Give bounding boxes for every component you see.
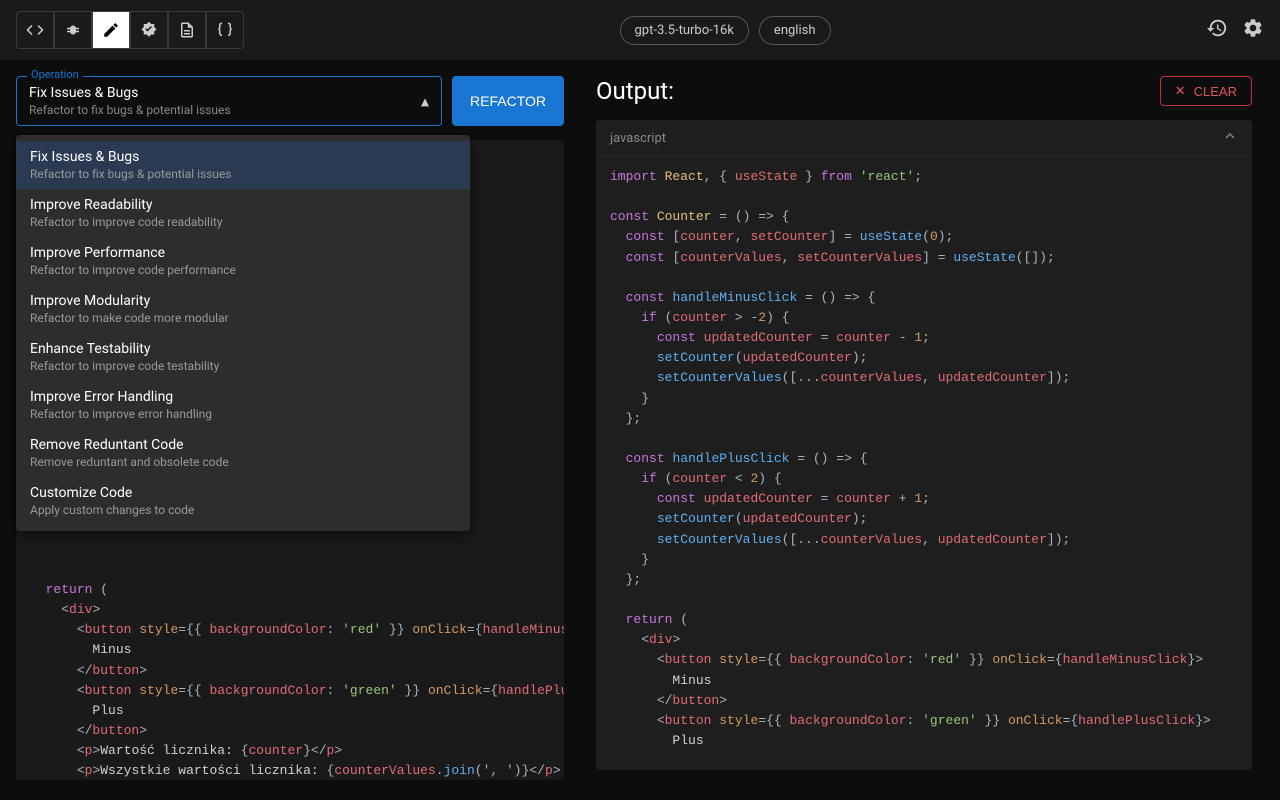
dropdown-item-sub: Refactor to improve code readability: [30, 215, 456, 229]
operation-dropdown: Fix Issues & Bugs Refactor to fix bugs & …: [16, 135, 470, 531]
dropdown-item[interactable]: Improve Readability Refactor to improve c…: [16, 189, 470, 237]
clear-button[interactable]: ✕ CLEAR: [1160, 76, 1252, 106]
braces-icon[interactable]: [206, 11, 244, 49]
dropdown-item[interactable]: Improve Performance Refactor to improve c…: [16, 237, 470, 285]
dropdown-item[interactable]: Improve Modularity Refactor to make code …: [16, 285, 470, 333]
dropdown-item[interactable]: Fix Issues & Bugs Refactor to fix bugs & …: [16, 141, 470, 189]
dropdown-item-sub: Apply custom changes to code: [30, 503, 456, 517]
dropdown-item-title: Remove Reduntant Code: [30, 437, 456, 453]
operation-row: Operation Fix Issues & Bugs Refactor to …: [16, 76, 564, 126]
topbar: gpt-3.5-turbo-16k english: [0, 0, 1280, 60]
input-code: return ( <div> <button style={{ backgrou…: [16, 570, 564, 780]
dropdown-item-title: Enhance Testability: [30, 341, 456, 357]
dropdown-item-sub: Refactor to fix bugs & potential issues: [30, 167, 456, 181]
dropdown-item-sub: Refactor to improve code testability: [30, 359, 456, 373]
dropdown-item[interactable]: Improve Error Handling Refactor to improv…: [16, 381, 470, 429]
verified-icon[interactable]: [130, 11, 168, 49]
dropdown-item-title: Improve Readability: [30, 197, 456, 213]
close-icon: ✕: [1175, 83, 1186, 99]
edit-icon[interactable]: [92, 11, 130, 49]
model-pill[interactable]: gpt-3.5-turbo-16k: [620, 16, 749, 45]
dropdown-item[interactable]: Enhance Testability Refactor to improve c…: [16, 333, 470, 381]
dropdown-item-title: Improve Performance: [30, 245, 456, 261]
output-title: Output:: [596, 77, 674, 105]
dropdown-item-title: Fix Issues & Bugs: [30, 149, 456, 165]
dropdown-item-title: Customize Code: [30, 485, 456, 501]
code-icon[interactable]: [16, 11, 54, 49]
dropdown-item-title: Improve Error Handling: [30, 389, 456, 405]
bug-icon[interactable]: [54, 11, 92, 49]
chevron-up-icon[interactable]: [1222, 128, 1238, 148]
operation-selected-sub: Refactor to fix bugs & potential issues: [29, 103, 429, 117]
dropdown-item-title: Improve Modularity: [30, 293, 456, 309]
output-code: import React, { useState } from 'react';…: [596, 157, 1252, 761]
left-panel: Operation Fix Issues & Bugs Refactor to …: [0, 60, 580, 800]
toolbar-icons: [16, 11, 244, 49]
chevron-up-icon: ▴: [421, 92, 429, 111]
dropdown-item[interactable]: Customize Code Apply custom changes to co…: [16, 477, 470, 525]
dropdown-item-sub: Refactor to improve error handling: [30, 407, 456, 421]
history-icon[interactable]: [1206, 17, 1228, 43]
language-pill[interactable]: english: [759, 16, 831, 45]
output-lang: javascript: [610, 131, 666, 146]
operation-label: Operation: [27, 68, 83, 81]
dropdown-item-sub: Remove reduntant and obsolete code: [30, 455, 456, 469]
settings-icon[interactable]: [1242, 17, 1264, 43]
output-code-header[interactable]: javascript: [596, 120, 1252, 157]
operation-selected-title: Fix Issues & Bugs: [29, 85, 429, 101]
output-code-block: javascript import React, { useState } fr…: [596, 120, 1252, 770]
output-header: Output: ✕ CLEAR: [596, 76, 1252, 106]
topbar-center: gpt-3.5-turbo-16k english: [620, 16, 831, 45]
dropdown-item-sub: Refactor to improve code performance: [30, 263, 456, 277]
dropdown-item-sub: Refactor to make code more modular: [30, 311, 456, 325]
clear-label: CLEAR: [1194, 84, 1237, 99]
doc-icon[interactable]: [168, 11, 206, 49]
refactor-button[interactable]: REFACTOR: [452, 76, 564, 126]
right-panel: Output: ✕ CLEAR javascript import React,…: [580, 60, 1280, 800]
topbar-right: [1206, 17, 1264, 43]
main: Operation Fix Issues & Bugs Refactor to …: [0, 60, 1280, 800]
dropdown-item[interactable]: Remove Reduntant Code Remove reduntant an…: [16, 429, 470, 477]
operation-select[interactable]: Operation Fix Issues & Bugs Refactor to …: [16, 76, 442, 126]
